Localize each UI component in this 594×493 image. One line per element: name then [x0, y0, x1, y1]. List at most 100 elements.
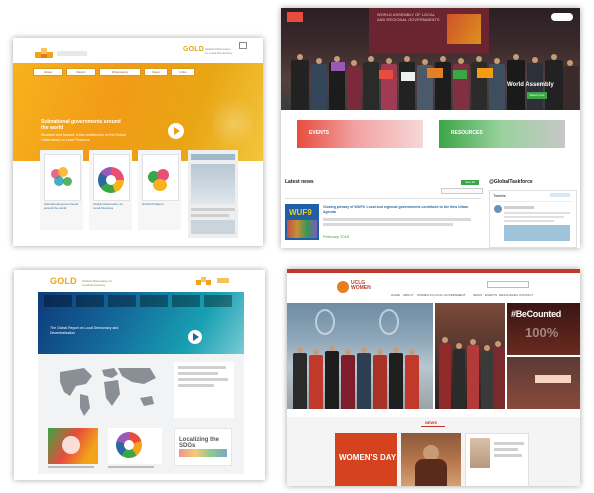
person	[563, 66, 579, 110]
menu-icon[interactable]	[239, 42, 247, 49]
placard	[331, 62, 345, 71]
news-date: February 2018	[323, 234, 350, 239]
becounted-banner[interactable]: #BeCounted 100%	[507, 303, 580, 355]
sidebar-image	[191, 164, 235, 204]
stage-title: WORLD ASSEMBLY OF LOCAL AND REGIONAL GOV…	[377, 12, 440, 22]
card-cover	[44, 154, 81, 201]
womens-day-text: WOMEN'S DAY	[339, 453, 397, 462]
news-card-photo[interactable]	[401, 433, 461, 486]
screenshot-gold-site-orange: GOLD Global Observatory on Local Democra…	[13, 38, 263, 246]
hero-banner: The Global Report on Local Democracy and…	[38, 292, 244, 354]
secondary-photo[interactable]	[435, 303, 505, 409]
un-emblem	[315, 309, 335, 335]
hero-subtitle: Structure and finance. A first contribut…	[41, 133, 126, 142]
promo-events-banner[interactable]: EVENTS	[297, 120, 423, 148]
sidebar-photo	[191, 220, 235, 234]
tweet-image	[504, 225, 570, 241]
nav-item-news[interactable]: News	[144, 68, 168, 76]
twitter-widget[interactable]: Tweets	[489, 190, 577, 248]
tweets-label: Tweets	[493, 193, 506, 198]
language-toggle[interactable]	[551, 13, 573, 21]
promo-events-label: EVENTS	[309, 130, 330, 136]
nav-item-contact[interactable]	[204, 295, 232, 307]
side-panel	[174, 362, 234, 418]
wuf-badge: WUF9	[289, 208, 312, 217]
card-title[interactable]: Global Observatory on Local Finances	[93, 202, 128, 210]
nav-item-home[interactable]: HOME	[391, 293, 400, 298]
see-all-link[interactable]: See all	[461, 180, 479, 185]
avatar	[494, 205, 502, 213]
placard	[401, 72, 415, 81]
uclg-women-logo-icon	[337, 281, 349, 293]
screenshot-global-taskforce-site: WORLD ASSEMBLY OF LOCAL AND REGIONAL GOV…	[281, 8, 580, 248]
gold-logo: GOLD	[183, 46, 205, 53]
nav-item-about[interactable]	[76, 295, 104, 307]
report-card-3[interactable]: GOLD III Report	[138, 150, 181, 230]
third-photo[interactable]	[507, 357, 580, 409]
gold-tagline: Global Observatory on Local Democracy	[82, 279, 113, 287]
news-heading: NEWS	[425, 420, 437, 425]
gold-tagline: Global Observatory on Local Democracy	[205, 47, 233, 55]
nav-item-resources[interactable]	[172, 295, 200, 307]
world-map[interactable]	[54, 362, 166, 418]
stage-graphic	[447, 14, 481, 44]
nav-item-report[interactable]: Report	[66, 68, 96, 76]
hero-read-more-button[interactable]: Read more	[527, 92, 547, 99]
card-cover	[142, 154, 179, 201]
nav-item-home[interactable]	[44, 295, 72, 307]
promo-resources-label: RESOURCES	[451, 130, 483, 136]
sidebar-header	[191, 154, 235, 160]
news-title[interactable]: Closing plenary of WUF9: Local and regio…	[323, 205, 473, 214]
person	[399, 62, 415, 110]
nav-item-news[interactable]: NEWS	[473, 293, 482, 298]
nav-item-observatory[interactable]: Observatory	[99, 68, 141, 76]
search-input[interactable]	[487, 281, 529, 288]
placard	[427, 68, 443, 78]
news-thumbnail[interactable]: WUF9	[285, 204, 319, 240]
person	[363, 62, 379, 110]
person	[347, 66, 361, 110]
report-card-2[interactable]: Global Observatory on Local Finances	[89, 150, 132, 230]
play-icon[interactable]	[168, 123, 184, 139]
hero-title: The Global Report on Local Democracy and…	[50, 326, 119, 335]
card-cover	[93, 154, 130, 201]
screenshot-gold-site-blue: GOLD Global Observatory on Local Democra…	[14, 270, 265, 480]
main-photo[interactable]	[287, 303, 433, 409]
uclg-women-logo-text: UCLG WOMEN	[351, 280, 371, 291]
assembly-logo	[287, 12, 303, 22]
card-title[interactable]: GOLD III Report	[142, 202, 177, 206]
uclg-name-placeholder	[57, 51, 87, 56]
promo-resources-banner[interactable]: RESOURCES	[439, 120, 565, 148]
becounted-hashtag: #BeCounted	[511, 309, 562, 319]
photo-caption-box	[535, 375, 571, 383]
nav-item-about[interactable]: ABOUT	[403, 293, 413, 298]
news-card-portrait[interactable]	[465, 433, 529, 486]
report-card-localizing[interactable]: Localizing the SDGs	[174, 428, 232, 466]
hero-banner: About Report Observatory News Links Subn…	[13, 63, 263, 161]
card-title[interactable]: Subnational governments around the world	[44, 202, 79, 210]
report-card-gold-iv[interactable]	[48, 428, 98, 464]
nav-item-contact[interactable]: CONTACT	[519, 293, 533, 298]
gold-logo: GOLD	[50, 276, 77, 286]
twitter-handle[interactable]: @GlobalTaskforce	[489, 179, 533, 185]
hero-title: Subnational governments around the world	[41, 119, 121, 131]
nav-item-resources[interactable]: RESOURCES	[499, 293, 518, 298]
hero-decoration	[213, 93, 253, 153]
play-icon[interactable]	[188, 330, 202, 344]
nav-item-women-in-local-government[interactable]: WOMEN IN LOCAL GOVERNMENT	[417, 293, 466, 298]
report-card-urban-future[interactable]	[108, 428, 162, 464]
nav-item-country-profiles[interactable]	[140, 295, 168, 307]
report-card-1[interactable]: Subnational governments around the world	[40, 150, 83, 230]
screenshot-uclg-women-site: UCLG WOMEN HOME ABOUT WOMEN IN LOCAL GOV…	[287, 269, 580, 486]
hundred-percent: 100%	[525, 325, 559, 340]
nav-item-events[interactable]: EVENTS	[485, 293, 497, 298]
person	[311, 64, 327, 110]
nav-item-links[interactable]: Links	[171, 68, 195, 76]
news-card-womens-day[interactable]: WOMEN'S DAY	[335, 433, 397, 486]
nav-item-about[interactable]: About	[33, 68, 63, 76]
uclg-logo-icon	[196, 276, 214, 288]
placard	[477, 68, 493, 78]
filter-select[interactable]	[441, 188, 483, 194]
hero-caption: World Assembly	[507, 82, 554, 88]
nav-item-reports[interactable]	[108, 295, 136, 307]
